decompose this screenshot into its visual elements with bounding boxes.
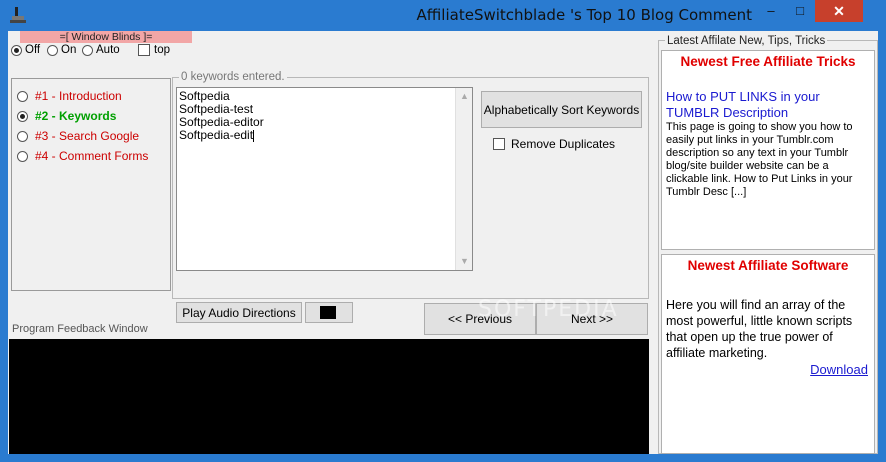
step-keywords[interactable]: #2 - Keywords [17,109,116,123]
blinds-on-radio[interactable]: On [47,43,76,57]
step-label: #4 - Comment Forms [35,149,149,163]
close-button[interactable]: ✕ [815,0,863,22]
affiliate-software-panel: Newest Affiliate Software Here you will … [661,254,875,454]
software-text: Here you will find an array of the most … [666,298,853,360]
feedback-label: Program Feedback Window [12,323,148,335]
panel-title: Newest Affiliate Software [687,258,849,273]
watermark: SOFTPEDIA [478,297,619,322]
top-label: top [154,44,170,56]
step-introduction[interactable]: #1 - Introduction [17,89,122,103]
step-label: #3 - Search Google [35,129,140,143]
feedback-window [9,339,649,454]
keyword-count-label: 0 keywords entered. [179,71,287,83]
text-cursor [253,129,255,142]
keyword-line-text: Softpedia-edit [179,128,254,142]
main-window: =[ Window Blinds ]= Off On Auto top #1 -… [8,31,878,454]
keywords-scrollbar[interactable]: ▲ ▼ [455,88,472,270]
radio-icon [47,44,58,56]
step-search-google[interactable]: #3 - Search Google [17,129,139,143]
sort-keywords-button[interactable]: Alphabetically Sort Keywords [481,91,642,128]
step-label: #1 - Introduction [35,89,122,103]
scroll-up-icon[interactable]: ▲ [456,90,473,103]
article-link[interactable]: How to PUT LINKS in your TUMBLR Descript… [662,89,874,121]
blinds-auto-label: Auto [96,44,120,56]
blinds-on-label: On [61,44,77,56]
affiliate-tricks-panel: Newest Free Affiliate Tricks How to PUT … [661,50,875,250]
radio-icon [17,150,28,162]
radio-selected-icon [17,110,28,122]
radio-icon [17,130,28,142]
blinds-off-label: Off [25,44,41,56]
panel-title: Newest Free Affiliate Tricks [680,54,856,69]
blinds-auto-radio[interactable]: Auto [82,43,120,57]
article-text: This page is going to show you how to ea… [666,121,853,198]
color-swatch-icon [320,306,336,319]
keyword-line: Softpedia-edit [179,129,470,142]
checkbox-icon [138,44,150,56]
color-picker-button[interactable] [305,302,353,323]
blinds-off-radio[interactable]: Off [11,43,40,57]
checkbox-icon [493,138,505,150]
news-legend: Latest Affilate New, Tips, Tricks [665,35,828,47]
window-blinds-header: =[ Window Blinds ]= [20,31,192,43]
download-link[interactable]: Download [662,362,874,377]
radio-icon [82,44,93,56]
title-bar: AffiliateSwitchblade 's Top 10 Blog Comm… [0,0,886,31]
minimize-button[interactable]: – [757,0,785,22]
remove-duplicates-label: Remove Duplicates [511,137,616,151]
radio-selected-icon [11,44,22,56]
play-audio-button[interactable]: Play Audio Directions [176,302,302,323]
steps-panel: #1 - Introduction #2 - Keywords #3 - Sea… [11,78,171,291]
remove-duplicates-checkbox[interactable]: Remove Duplicates [493,137,615,151]
step-comment-forms[interactable]: #4 - Comment Forms [17,149,148,163]
top-checkbox[interactable]: top [138,43,170,57]
radio-icon [17,90,28,102]
step-label: #2 - Keywords [35,109,117,123]
scroll-down-icon[interactable]: ▼ [456,255,473,268]
keywords-textarea[interactable]: Softpedia Softpedia-test Softpedia-edito… [176,87,473,271]
window-title: AffiliateSwitchblade 's Top 10 Blog Comm… [416,6,752,24]
maximize-button[interactable]: □ [786,0,814,22]
